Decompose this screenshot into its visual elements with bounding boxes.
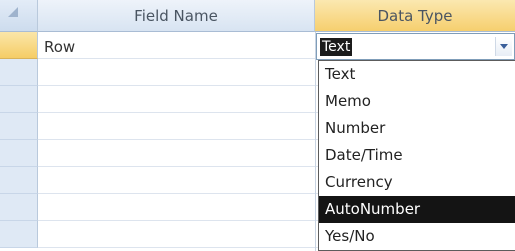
column-divider (315, 32, 316, 251)
data-type-dropdown-list: Text Memo Number Date/Time Currency Auto… (318, 60, 515, 251)
dropdown-option-yes-no[interactable]: Yes/No (319, 223, 515, 250)
row-selector[interactable] (0, 113, 38, 140)
data-type-selected-value: Text (320, 38, 353, 56)
row-selector[interactable] (0, 59, 38, 86)
dropdown-option-currency[interactable]: Currency (319, 169, 515, 196)
column-header-label: Data Type (377, 7, 453, 25)
table-design-grid: Field Name Data Type Row Text Text Memo … (0, 0, 515, 251)
dropdown-button[interactable] (495, 37, 512, 56)
select-all-corner[interactable] (0, 0, 38, 32)
row-selector[interactable] (0, 167, 38, 194)
row-selector[interactable] (0, 194, 38, 221)
data-type-combobox[interactable]: Text (316, 33, 515, 60)
dropdown-option-autonumber[interactable]: AutoNumber (319, 196, 515, 223)
dropdown-option-date-time[interactable]: Date/Time (319, 142, 515, 169)
row-selector[interactable] (0, 140, 38, 167)
dropdown-option-number[interactable]: Number (319, 115, 515, 142)
row-selector-active[interactable] (0, 32, 38, 59)
column-header-field-name[interactable]: Field Name (38, 0, 315, 32)
row-selector[interactable] (0, 86, 38, 113)
select-all-triangle-icon (8, 7, 18, 17)
dropdown-option-memo[interactable]: Memo (319, 88, 515, 115)
column-header-label: Field Name (134, 7, 218, 25)
chevron-down-icon (500, 44, 508, 49)
row-selector[interactable] (0, 221, 38, 248)
column-header-data-type[interactable]: Data Type (315, 0, 515, 32)
field-name-cell[interactable]: Row (44, 38, 75, 56)
dropdown-option-text[interactable]: Text (319, 61, 515, 88)
